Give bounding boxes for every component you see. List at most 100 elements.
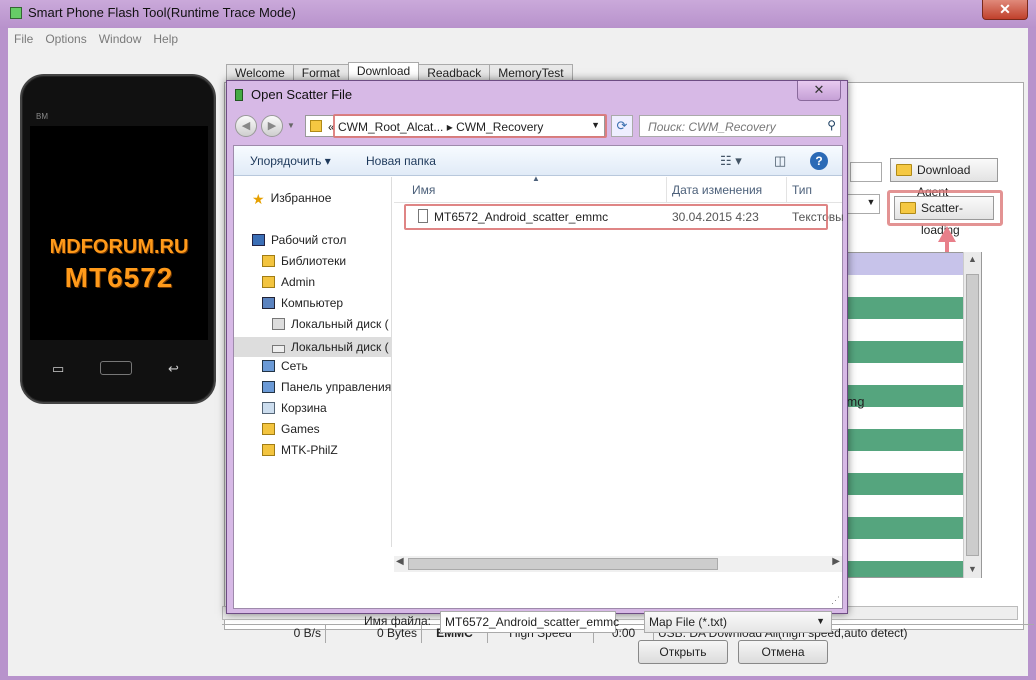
resize-grip-icon[interactable]: ⋰	[831, 595, 840, 606]
phone-keys: ▭ ↩	[22, 361, 214, 381]
help-icon[interactable]: ?	[810, 152, 828, 170]
dialog-app-icon	[235, 89, 243, 101]
scroll-left-icon[interactable]: ◀	[396, 556, 404, 567]
nav-games[interactable]: Games	[262, 422, 320, 436]
scroll-down-icon[interactable]: ▼	[968, 564, 977, 574]
search-icon[interactable]: ⚲	[827, 118, 836, 132]
partition-list-header	[831, 253, 981, 275]
drive-icon	[272, 345, 285, 353]
nav-computer[interactable]: Компьютер	[262, 296, 343, 310]
partition-row[interactable]	[831, 473, 981, 495]
nav-label: Рабочий стол	[271, 233, 347, 247]
col-type[interactable]: Тип	[792, 183, 812, 197]
library-icon	[262, 255, 275, 267]
nav-local-disk-c[interactable]: Локальный диск (	[272, 317, 389, 331]
file-list: Имя ▲ Дата изменения Тип MT6572_Android_…	[394, 174, 844, 547]
window-close-button[interactable]: ✕	[982, 0, 1028, 20]
phone-line1: MDFORUM.RU	[49, 236, 189, 258]
history-dropdown-icon[interactable]: ▼	[287, 121, 295, 130]
menu-key-icon: ▭	[52, 361, 65, 376]
window-title-text: Smart Phone Flash Tool(Runtime Trace Mod…	[28, 5, 296, 20]
address-highlight	[333, 114, 607, 138]
partition-scrollbar[interactable]: ▲ ▼	[963, 252, 981, 578]
nav-label: Библиотеки	[281, 254, 347, 268]
search-input[interactable]: Поиск: CWM_Recovery ⚲	[639, 115, 841, 137]
scrollbar-thumb[interactable]	[408, 558, 718, 570]
filename-input[interactable]: MT6572_Android_scatter_emmc	[440, 611, 619, 633]
status-bar: 0 B/s 0 Bytes EMMC High Speed 0:00 USB: …	[222, 624, 1034, 643]
app-icon	[10, 7, 22, 19]
download-agent-path[interactable]	[850, 162, 882, 182]
command-bar: Упорядочить ▾ Новая папка ☷ ▾ ◫ ?	[234, 146, 842, 176]
filetype-select[interactable]: Map File (*.txt) ▼	[644, 611, 832, 633]
partition-rows	[831, 275, 981, 577]
partition-row[interactable]	[831, 275, 981, 297]
refresh-button[interactable]: ⟳	[611, 115, 633, 137]
nav-label: Избранное	[270, 191, 332, 205]
partition-list[interactable]	[830, 252, 982, 578]
menu-window[interactable]: Window	[99, 32, 142, 46]
partition-row[interactable]	[831, 539, 981, 561]
forward-button[interactable]: ▶	[261, 115, 283, 137]
drive-windows-icon	[272, 318, 285, 330]
back-key-icon: ↩	[168, 361, 179, 376]
nav-desktop[interactable]: Рабочий стол	[252, 233, 346, 247]
chevron-down-icon: ▼	[816, 616, 825, 626]
scroll-right-icon[interactable]: ▶	[832, 556, 840, 567]
menubar: File Options Window Help	[8, 28, 1028, 50]
partition-row[interactable]	[831, 297, 981, 319]
col-name[interactable]: Имя	[412, 183, 435, 197]
nav-admin[interactable]: Admin	[262, 275, 315, 289]
col-date[interactable]: Дата изменения	[672, 183, 762, 197]
window-title: Smart Phone Flash Tool(Runtime Trace Mod…	[10, 5, 296, 20]
new-folder-button[interactable]: Новая папка	[366, 154, 436, 168]
scroll-up-icon[interactable]: ▲	[968, 254, 977, 264]
dialog-close-button[interactable]: ✕	[797, 81, 841, 101]
preview-pane-icon[interactable]: ◫	[774, 153, 786, 169]
nav-recycle-bin[interactable]: Корзина	[262, 401, 327, 415]
partition-row[interactable]	[831, 429, 981, 451]
partition-row[interactable]	[831, 495, 981, 517]
menu-file[interactable]: File	[14, 32, 33, 46]
menu-help[interactable]: Help	[153, 32, 178, 46]
navigation-pane: ★ Избранное Рабочий стол Библиотеки Admin…	[234, 177, 392, 547]
menu-options[interactable]: Options	[45, 32, 86, 46]
phone-line2: MT6572	[64, 262, 174, 293]
star-icon: ★	[252, 191, 265, 207]
view-options-icon[interactable]: ☷ ▾	[720, 153, 742, 169]
back-button[interactable]: ◀	[235, 115, 257, 137]
partition-row[interactable]	[831, 407, 981, 429]
nav-network[interactable]: Сеть	[262, 359, 308, 373]
col-divider[interactable]	[786, 177, 787, 203]
partition-row[interactable]	[831, 561, 981, 577]
open-button[interactable]: Открыть	[638, 640, 728, 664]
nav-libraries[interactable]: Библиотеки	[262, 254, 346, 268]
nav-favorites[interactable]: ★ Избранное	[252, 191, 332, 207]
tab-download[interactable]: Download	[347, 62, 420, 82]
recycle-bin-icon	[262, 402, 275, 414]
partition-row[interactable]	[831, 319, 981, 341]
chevron-down-icon: ▼	[866, 197, 876, 207]
network-icon	[262, 360, 275, 372]
nav-local-disk-d[interactable]: Локальный диск (	[234, 337, 391, 357]
control-panel-icon	[262, 381, 275, 393]
partition-row[interactable]	[831, 363, 981, 385]
nav-label: MTK-PhilZ	[281, 443, 338, 457]
scrollbar-thumb[interactable]	[966, 274, 979, 556]
partition-row[interactable]	[831, 341, 981, 363]
organize-button[interactable]: Упорядочить ▾	[250, 154, 331, 168]
nav-label: Локальный диск (	[291, 340, 389, 354]
nav-label: Панель управления	[281, 380, 392, 394]
download-agent-button[interactable]: Download Agent	[890, 158, 998, 199]
nav-label: Компьютер	[281, 296, 344, 310]
cancel-button[interactable]: Отмена	[738, 640, 828, 664]
nav-mtk-philz[interactable]: MTK-PhilZ	[262, 443, 338, 457]
horizontal-scrollbar[interactable]: ◀ ▶	[394, 556, 842, 572]
nav-label: Корзина	[281, 401, 327, 415]
partition-row[interactable]	[831, 451, 981, 473]
nav-label: Локальный диск (	[291, 317, 389, 331]
user-folder-icon	[262, 276, 275, 288]
nav-control-panel[interactable]: Панель управления	[262, 380, 391, 394]
col-divider[interactable]	[666, 177, 667, 203]
partition-row[interactable]	[831, 517, 981, 539]
